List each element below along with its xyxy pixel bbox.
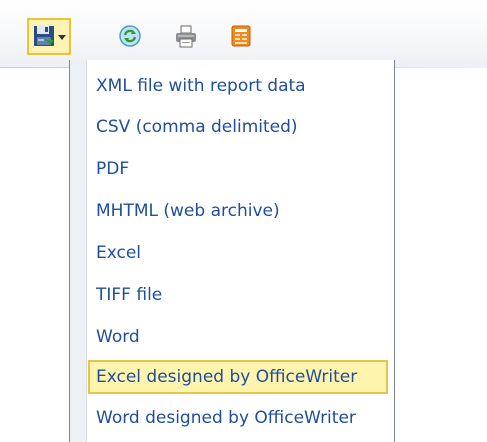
printer-icon[interactable] bbox=[174, 24, 198, 48]
menu-item-mhtml[interactable]: MHTML (web archive) bbox=[88, 194, 388, 228]
menu-item-tiff[interactable]: TIFF file bbox=[88, 278, 388, 312]
menu-item-word-officewriter[interactable]: Word designed by OfficeWriter bbox=[88, 401, 388, 435]
menu-icon-gutter bbox=[70, 60, 87, 442]
menu-item-pdf[interactable]: PDF bbox=[88, 152, 388, 186]
menu-item-word[interactable]: Word bbox=[88, 320, 388, 354]
menu-item-xml[interactable]: XML file with report data bbox=[88, 69, 388, 103]
menu-item-excel[interactable]: Excel bbox=[88, 236, 388, 270]
menu-item-excel-officewriter[interactable]: Excel designed by OfficeWriter bbox=[88, 360, 388, 394]
report-toolbar bbox=[0, 0, 487, 68]
document-map-icon[interactable] bbox=[229, 24, 253, 48]
refresh-icon[interactable] bbox=[118, 24, 142, 48]
menu-item-csv[interactable]: CSV (comma delimited) bbox=[88, 110, 388, 144]
chevron-down-icon[interactable] bbox=[57, 33, 67, 41]
export-button[interactable] bbox=[27, 18, 71, 55]
export-format-menu: XML file with report data CSV (comma del… bbox=[69, 60, 395, 442]
save-icon bbox=[34, 26, 54, 46]
